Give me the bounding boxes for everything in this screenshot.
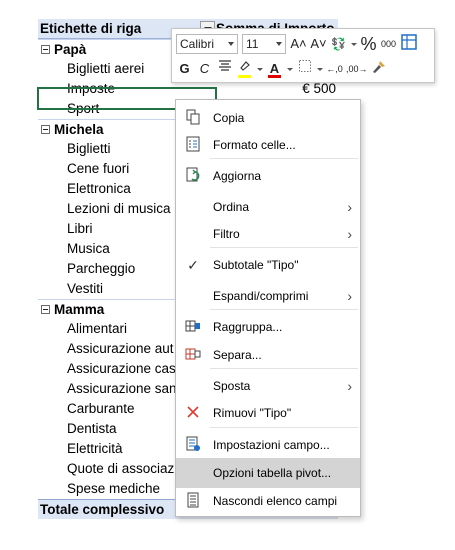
menu-item-espandi-comprimi[interactable]: Espandi/comprimi › (176, 281, 360, 311)
menu-item-rimuovi-tipo[interactable]: Rimuovi "Tipo" (176, 398, 360, 428)
thousands-separator-button[interactable]: 000 (380, 34, 397, 54)
font-color-bar (268, 75, 281, 78)
row-label: Assicurazione san (67, 381, 177, 396)
row-label: Papà (54, 42, 87, 57)
row-label: Carburante (67, 401, 135, 416)
row-label: Assicurazione cas (67, 361, 176, 376)
borders-icon[interactable] (296, 59, 313, 79)
row-label: Biglietti aerei (67, 61, 145, 76)
menu-item-label: Nascondi elenco campi (213, 494, 338, 508)
percent-button[interactable]: % (360, 34, 377, 54)
menu-item-separa[interactable]: Separa... (176, 340, 360, 370)
font-name-combo[interactable]: Calibri (176, 34, 238, 54)
row-label: Elettricità (67, 441, 123, 456)
row-label: Parcheggio (67, 261, 136, 276)
row-label: Biglietti (67, 141, 111, 156)
menu-item-filtro[interactable]: Filtro › (176, 219, 360, 249)
menu-item-ordina[interactable]: Ordina › (176, 192, 360, 222)
pivot-layout-icon[interactable] (400, 34, 417, 54)
font-size-value: 11 (246, 37, 259, 51)
font-color-icon[interactable]: A (266, 59, 283, 79)
row-label: Elettronica (67, 181, 131, 196)
highlight-color-bar (238, 75, 251, 78)
menu-item-label: Impostazioni campo... (213, 438, 330, 452)
refresh-icon (184, 167, 202, 185)
remove-x-icon (184, 404, 202, 422)
increase-decimal-button[interactable]: ←,0 (326, 59, 343, 79)
collapse-minus-icon[interactable] (41, 125, 50, 134)
row-label: Vestiti (67, 281, 104, 296)
shrink-font-button[interactable]: A˅ (310, 34, 327, 54)
accounting-format-icon[interactable]: 💱 (330, 34, 347, 54)
menu-item-label: Filtro (213, 227, 240, 241)
row-labels-header: Etichette di riga (40, 21, 142, 36)
borders-dropdown-icon[interactable] (316, 59, 323, 79)
collapse-minus-icon[interactable] (41, 45, 50, 54)
menu-item-label: Formato celle... (213, 138, 296, 152)
row-label: Musica (67, 241, 110, 256)
grow-font-button[interactable]: A˄ (290, 34, 307, 54)
chevron-right-icon: › (347, 288, 352, 304)
menu-item-aggiorna[interactable]: Aggiorna (176, 161, 360, 191)
row-label: Libri (67, 221, 93, 236)
menu-item-label: Ordina (213, 200, 250, 214)
menu-item-label: Raggruppa... (213, 320, 283, 334)
copy-icon (184, 109, 202, 127)
decrease-decimal-button[interactable]: ,00→ (346, 59, 368, 79)
font-name-value: Calibri (180, 37, 215, 51)
menu-item-sposta[interactable]: Sposta › (176, 371, 360, 401)
menu-item-label: Subtotale "Tipo" (213, 258, 299, 272)
font-color-dropdown-icon[interactable] (286, 59, 293, 79)
context-menu: Copia Formato celle... Aggiorna Ordina › Filt… (175, 99, 361, 517)
row-label: Michela (54, 122, 104, 137)
menu-item-label: Copia (213, 111, 245, 125)
menu-item-label: Espandi/comprimi (213, 289, 309, 303)
menu-item-label: Rimuovi "Tipo" (213, 406, 292, 420)
menu-item-copia[interactable]: Copia (176, 103, 360, 133)
font-size-combo[interactable]: 11 (242, 34, 286, 54)
menu-item-formato-celle[interactable]: Formato celle... (176, 130, 360, 160)
ungroup-icon (184, 346, 202, 364)
mini-toolbar: Calibri 11 A˄ A˅ 💱 % 000 G C A ←,0 ,00→ (171, 28, 435, 83)
highlight-color-icon[interactable] (236, 59, 253, 79)
bold-button[interactable]: G (176, 59, 193, 79)
row-label: Dentista (67, 421, 117, 436)
row-label: Spese mediche (67, 481, 161, 496)
row-label: Quote di associaz (67, 461, 175, 476)
row-label: Assicurazione aut (67, 341, 174, 356)
field-settings-icon (184, 436, 202, 454)
row-label: Mamma (54, 302, 105, 317)
format-painter-icon[interactable] (371, 59, 388, 79)
menu-item-label: Separa... (213, 348, 262, 362)
menu-item-label: Aggiorna (213, 169, 262, 183)
chevron-right-icon: › (347, 226, 352, 242)
field-list-icon (184, 492, 202, 510)
row-label: Cene fuori (67, 161, 130, 176)
chevron-right-icon: › (347, 199, 352, 215)
grand-total-label: Totale complessivo (40, 502, 165, 517)
chevron-right-icon: › (347, 378, 352, 394)
highlight-dropdown-icon[interactable] (256, 59, 263, 79)
menu-item-subtotale-tipo[interactable]: ✓ Subtotale "Tipo" (176, 250, 360, 280)
align-center-icon[interactable] (216, 59, 233, 79)
row-label: Alimentari (67, 321, 128, 336)
menu-item-opzioni-tabella-pivot[interactable]: Opzioni tabella pivot... (176, 458, 360, 488)
format-cells-icon (184, 136, 202, 154)
menu-item-impostazioni-campo[interactable]: Impostazioni campo... (176, 430, 360, 460)
menu-item-label: Sposta (213, 379, 251, 393)
menu-item-raggruppa[interactable]: Raggruppa... (176, 312, 360, 342)
menu-item-label: Opzioni tabella pivot... (213, 466, 332, 480)
group-icon (184, 318, 202, 336)
accounting-dropdown-icon[interactable] (350, 34, 357, 54)
menu-item-nascondi-elenco-campi[interactable]: Nascondi elenco campi (176, 486, 360, 516)
row-label: Lezioni di musica (67, 201, 171, 216)
collapse-minus-icon[interactable] (41, 305, 50, 314)
italic-button[interactable]: C (196, 59, 213, 79)
checkmark-icon: ✓ (187, 257, 199, 273)
